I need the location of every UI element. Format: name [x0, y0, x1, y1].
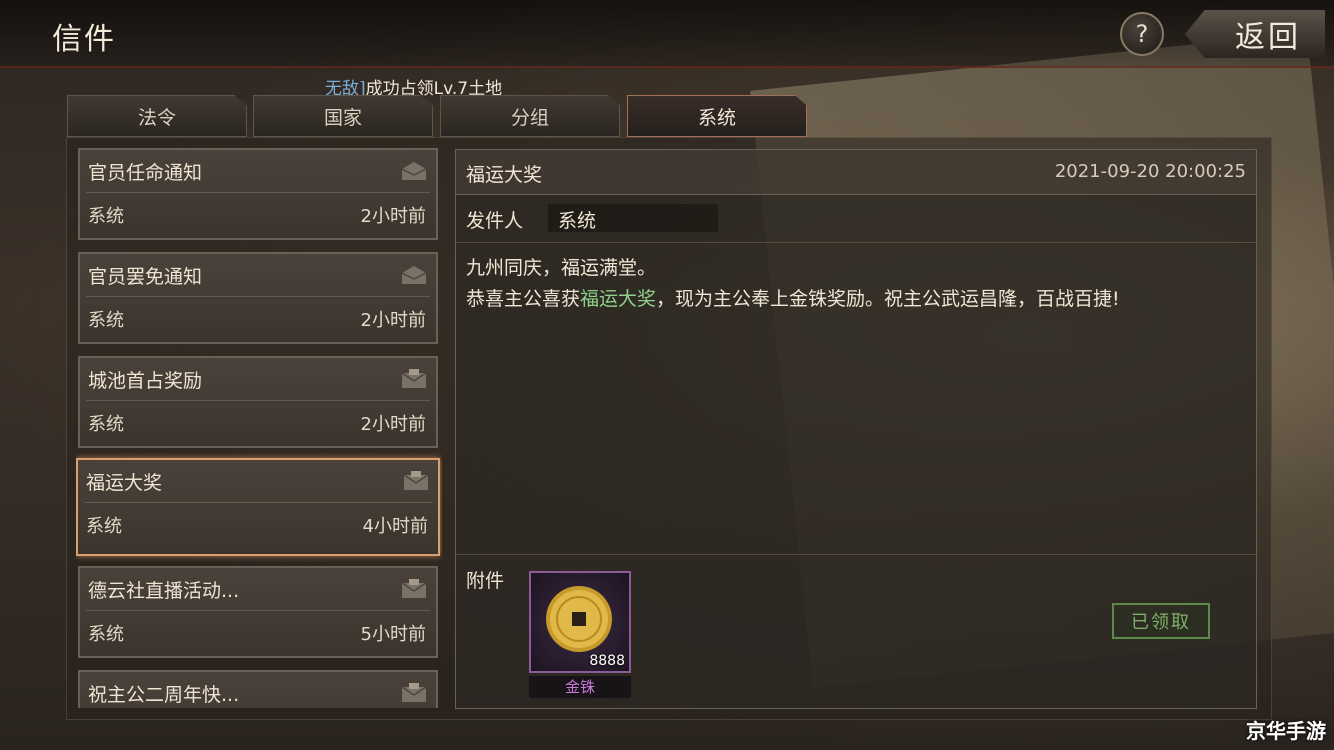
mail-title: 德云社直播活动...: [88, 580, 240, 602]
mail-body: 九州同庆，福运满堂。 恭喜主公喜获福运大奖，现为主公奉上金铢奖励。祝主公武运昌隆…: [466, 253, 1250, 315]
mail-divider: [86, 400, 430, 401]
mail-item[interactable]: 德云社直播活动... 系统 5小时前: [78, 566, 438, 658]
page-title: 信件: [52, 22, 116, 57]
mail-time: 5小时前: [360, 624, 426, 645]
mail-title: 官员罢免通知: [88, 266, 203, 288]
mail-title: 城池首占奖励: [88, 370, 203, 392]
mail-sender: 系统: [88, 206, 124, 227]
sender-value: 系统: [558, 210, 597, 232]
tab-label: 法令: [137, 106, 176, 129]
envelope-attachment-icon: [401, 369, 427, 388]
tab-label: 国家: [323, 106, 362, 129]
gold-coin-icon: [546, 586, 612, 652]
body-highlight: 福运大奖: [580, 288, 657, 310]
mail-time: 2小时前: [360, 206, 426, 227]
mail-time: 2小时前: [360, 310, 426, 331]
mail-item[interactable]: 城池首占奖励 系统 2小时前: [78, 356, 438, 448]
mail-detail-title: 福运大奖: [466, 164, 543, 186]
envelope-attachment-icon: [403, 471, 429, 490]
mail-item[interactable]: 官员任命通知 系统 2小时前: [78, 148, 438, 240]
mail-time: 2小时前: [360, 414, 426, 435]
envelope-open-icon: [401, 162, 427, 180]
mail-time: 4小时前: [362, 516, 428, 537]
mail-item[interactable]: 祝主公二周年快...: [78, 670, 438, 708]
mail-sender: 系统: [88, 624, 124, 645]
mail-sender: 系统: [86, 516, 122, 537]
tab-nation[interactable]: 国家: [253, 95, 433, 137]
envelope-attachment-icon: [401, 579, 427, 598]
mail-detail-datetime: 2021-09-20 20:00:25: [1054, 161, 1246, 182]
body-text: ，现为主公奉上金铢奖励。祝主公武运昌隆，百战百捷!: [656, 288, 1120, 310]
envelope-open-icon: [401, 266, 427, 284]
mail-divider: [86, 296, 430, 297]
tab-system[interactable]: 系统: [627, 95, 807, 137]
mail-sender: 系统: [88, 414, 124, 435]
item-quantity: 8888: [589, 653, 625, 669]
mail-divider: [86, 610, 430, 611]
tab-group[interactable]: 分组: [440, 95, 620, 137]
item-name: 金铢: [529, 676, 631, 698]
body-divider: [456, 242, 1256, 243]
mail-divider: [86, 192, 430, 193]
tab-label: 系统: [697, 106, 736, 129]
body-text: 恭喜主公喜获: [466, 288, 581, 310]
mail-body-line1: 九州同庆，福运满堂。: [466, 257, 657, 279]
help-icon: ?: [1135, 20, 1149, 48]
watermark: 京华手游: [1246, 719, 1326, 743]
help-button[interactable]: ?: [1120, 12, 1164, 56]
mail-divider: [84, 502, 432, 503]
back-button[interactable]: 返回: [1185, 10, 1325, 58]
mail-list[interactable]: 官员任命通知 系统 2小时前 官员罢免通知 系统 2小时前 城池首占奖励 系统 …: [76, 148, 442, 708]
envelope-attachment-icon: [401, 683, 427, 702]
claimed-button[interactable]: 已领取: [1112, 603, 1210, 639]
mail-sender: 系统: [88, 310, 124, 331]
mail-title: 祝主公二周年快...: [88, 684, 240, 706]
attachment-divider: [456, 554, 1256, 555]
mail-item-selected[interactable]: 福运大奖 系统 4小时前: [76, 458, 440, 556]
mail-body-line2: 恭喜主公喜获福运大奖，现为主公奉上金铢奖励。祝主公武运昌隆，百战百捷!: [466, 284, 1250, 315]
back-label: 返回: [1235, 20, 1301, 55]
mail-detail-panel: 福运大奖 2021-09-20 20:00:25 发件人 系统 九州同庆，福运满…: [455, 149, 1257, 709]
mail-detail-header: 福运大奖 2021-09-20 20:00:25: [456, 150, 1256, 195]
mail-item[interactable]: 官员罢免通知 系统 2小时前: [78, 252, 438, 344]
attachment-label: 附件: [466, 570, 505, 592]
mail-title: 官员任命通知: [88, 162, 203, 184]
attachment-item-slot[interactable]: 8888: [529, 571, 631, 673]
tab-label: 分组: [510, 106, 549, 129]
tab-decree[interactable]: 法令: [67, 95, 247, 137]
sender-label: 发件人: [466, 210, 524, 232]
mail-title: 福运大奖: [86, 472, 163, 494]
header-bar: 信件 ? 返回: [0, 0, 1334, 68]
